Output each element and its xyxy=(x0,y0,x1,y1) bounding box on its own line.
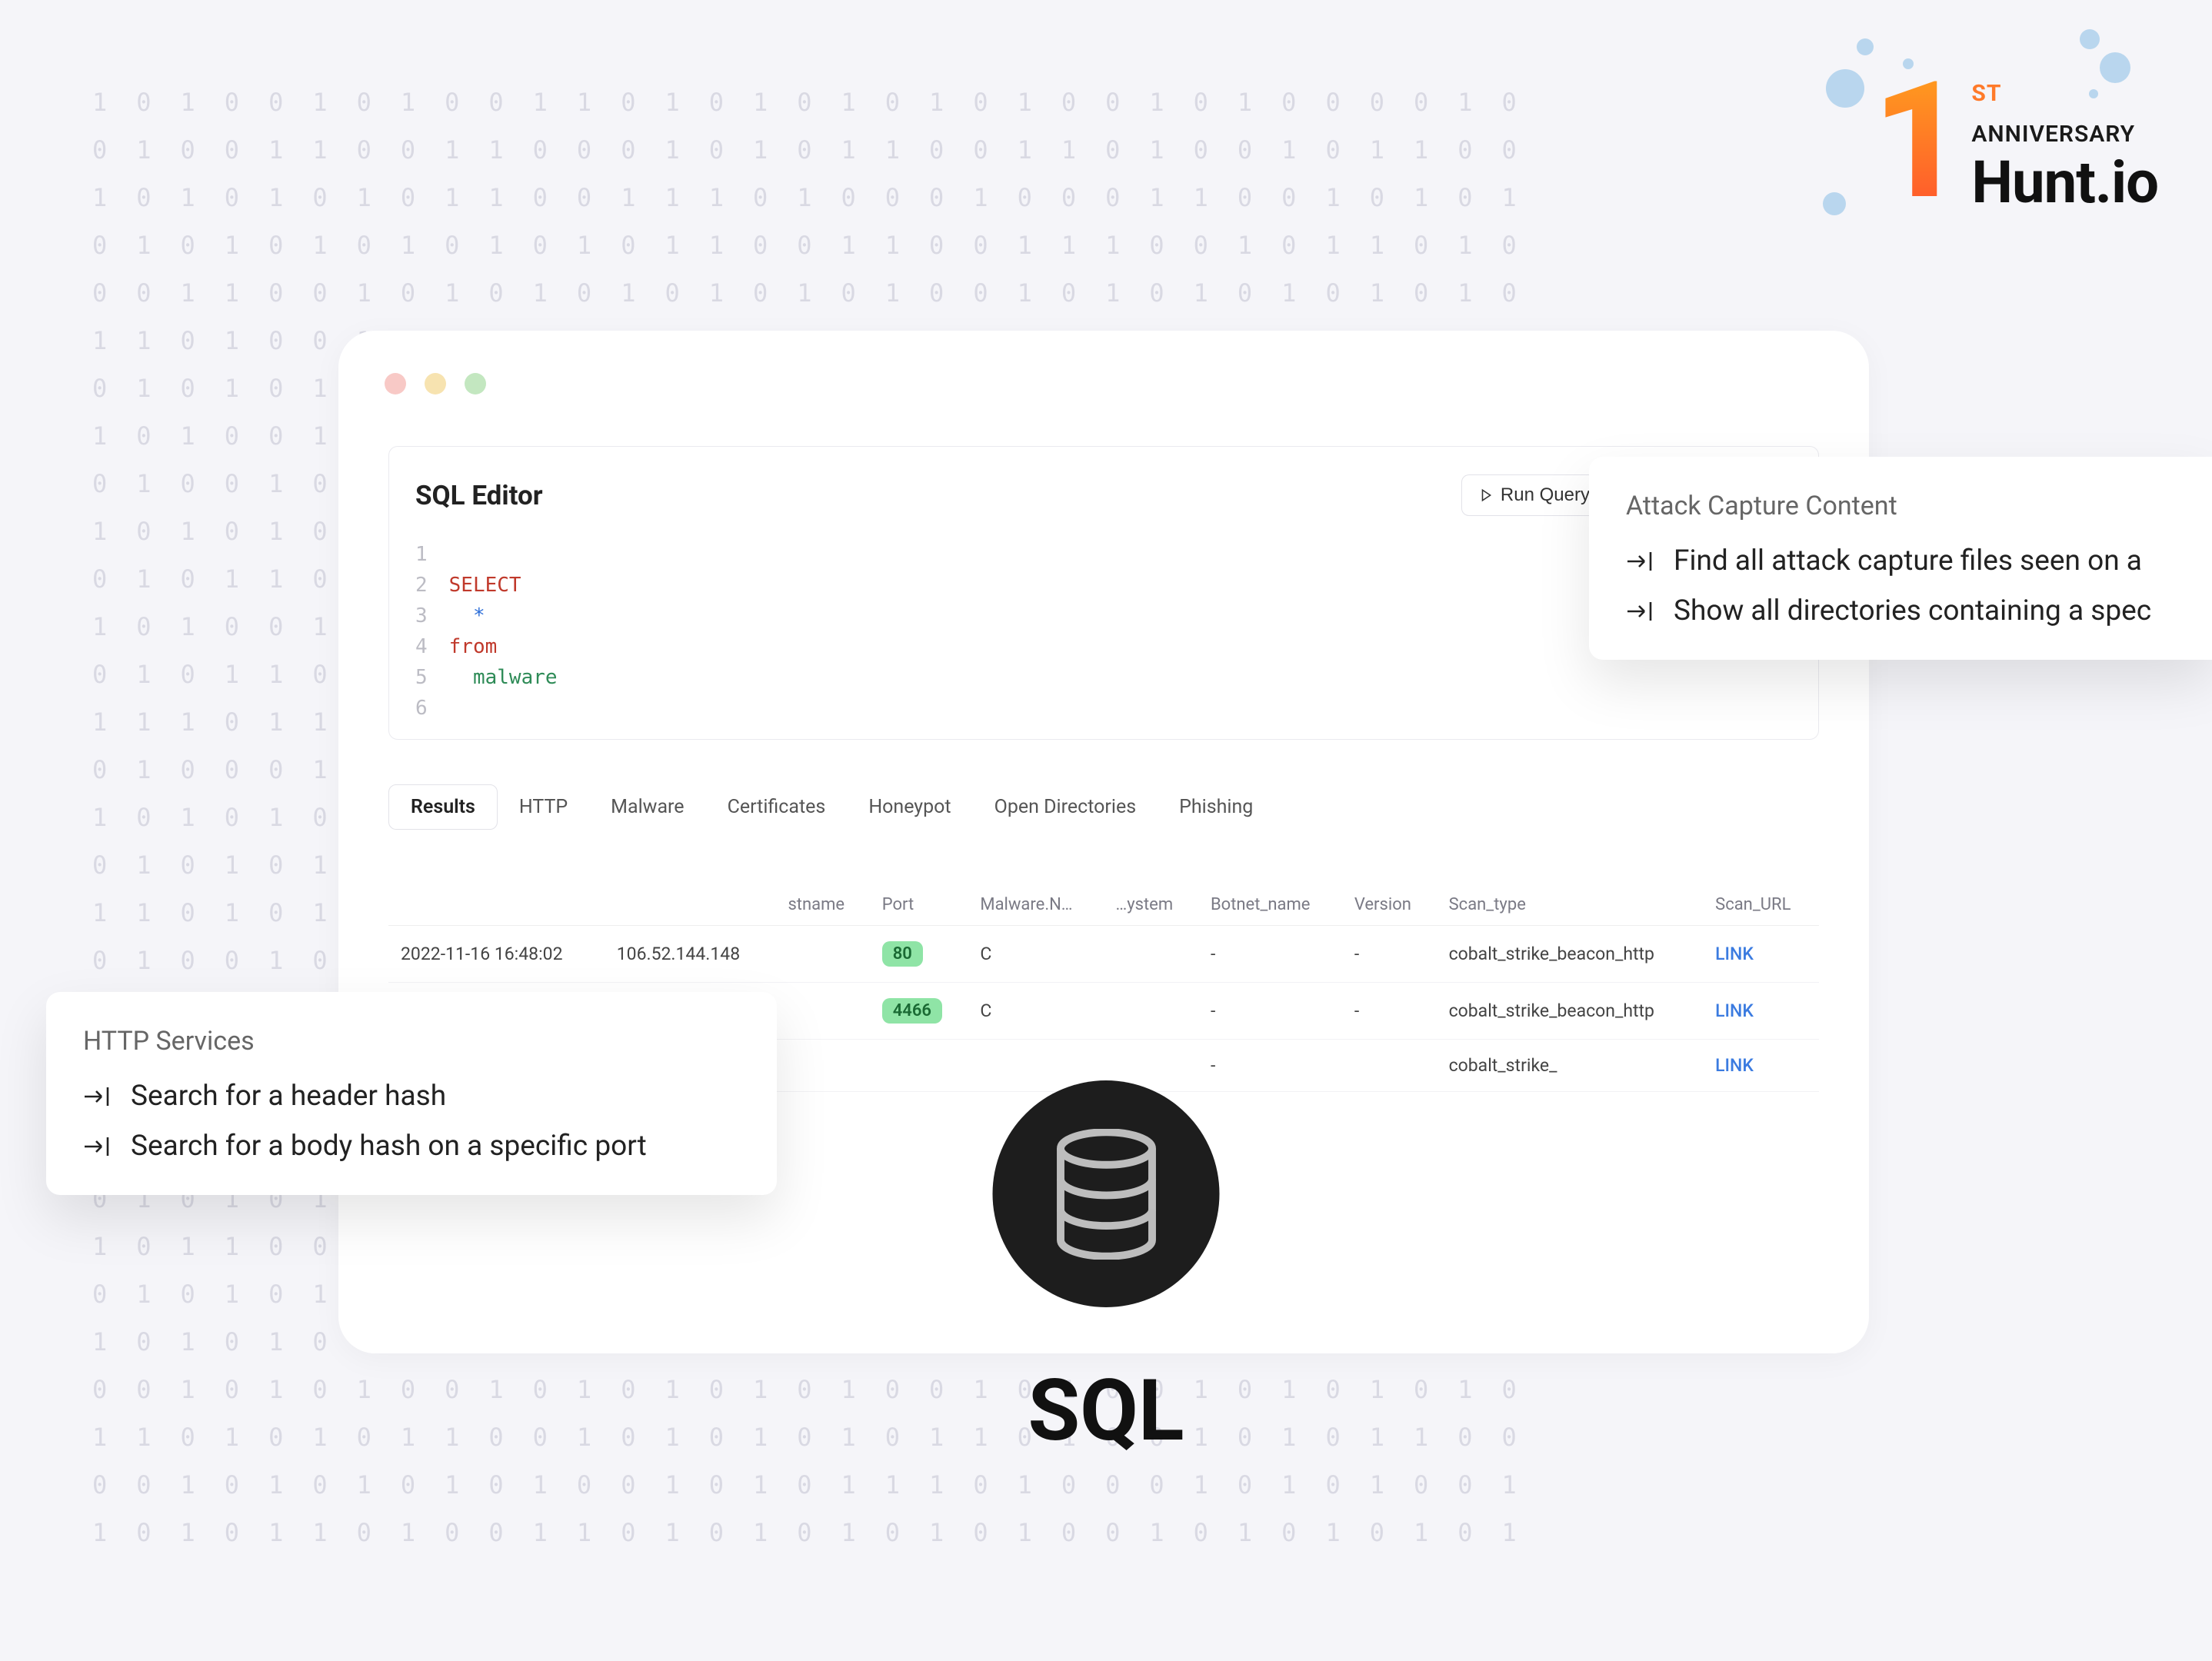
shortcut-item[interactable]: Find all attack capture files seen on a xyxy=(1626,544,2189,578)
shortcut-item[interactable]: Search for a header hash xyxy=(83,1080,740,1113)
shortcut-label: Search for a header hash xyxy=(131,1080,446,1113)
scan-url-link[interactable]: LINK xyxy=(1715,944,1754,964)
insert-icon xyxy=(83,1136,111,1157)
table-col-header: Version xyxy=(1342,884,1437,926)
database-badge xyxy=(993,1080,1220,1307)
attack-capture-popover: Attack Capture Content Find all attack c… xyxy=(1589,457,2212,660)
insert-icon xyxy=(1626,601,1654,622)
db-label: SQL xyxy=(1028,1361,1184,1460)
scan-url-link[interactable]: LINK xyxy=(1715,1055,1754,1076)
code-area[interactable]: 1 2 3 4 5 6 SELECT * from malware xyxy=(415,530,1792,724)
insert-icon xyxy=(1626,551,1654,572)
port-badge: 4466 xyxy=(882,998,942,1024)
popover-left-title: HTTP Services xyxy=(83,1026,740,1057)
table-col-header xyxy=(388,884,605,926)
table-row[interactable]: 2022-11-16 16:48:02106.52.144.14880C--co… xyxy=(388,926,1819,983)
minimize-icon[interactable] xyxy=(425,373,446,394)
tab-open-directories[interactable]: Open Directories xyxy=(973,785,1158,829)
badge-anniversary: ANNIVERSARY xyxy=(1971,121,2158,148)
shortcut-item[interactable]: Show all directories containing a spec xyxy=(1626,594,2189,627)
insert-icon xyxy=(83,1086,111,1107)
badge-brand: Hunt.io xyxy=(1971,148,2158,217)
anniversary-badge: 1 ST ANNIVERSARY Hunt.io xyxy=(1872,77,2158,217)
database-icon xyxy=(1048,1129,1164,1260)
decorative-dots xyxy=(1795,31,2103,123)
table-col-header: Botnet_name xyxy=(1198,884,1342,926)
scan-url-link[interactable]: LINK xyxy=(1715,1000,1754,1021)
http-services-popover: HTTP Services Search for a header hash Se… xyxy=(46,992,777,1195)
table-col-header: Malware.N… xyxy=(968,884,1103,926)
table-col-header: …ystem xyxy=(1104,884,1198,926)
run-query-label: Run Query xyxy=(1501,484,1590,506)
tab-http[interactable]: HTTP xyxy=(498,785,589,829)
table-col-header: Scan_URL xyxy=(1703,884,1819,926)
tab-results[interactable]: Results xyxy=(388,784,498,830)
editor-title: SQL Editor xyxy=(415,480,543,511)
tab-phishing[interactable]: Phishing xyxy=(1158,785,1274,829)
tab-malware[interactable]: Malware xyxy=(589,785,705,829)
line-gutter: 1 2 3 4 5 6 xyxy=(415,539,449,724)
result-tabs: ResultsHTTPMalwareCertificatesHoneypotOp… xyxy=(388,784,1274,830)
tab-honeypot[interactable]: Honeypot xyxy=(847,785,972,829)
popover-right-title: Attack Capture Content xyxy=(1626,491,2189,521)
shortcut-label: Show all directories containing a spec xyxy=(1674,594,2151,627)
close-icon[interactable] xyxy=(385,373,406,394)
table-col-header xyxy=(605,884,776,926)
port-badge: 80 xyxy=(882,941,923,967)
shortcut-label: Search for a body hash on a specific por… xyxy=(131,1130,647,1163)
play-icon xyxy=(1479,488,1493,502)
table-col-header: Scan_type xyxy=(1437,884,1704,926)
shortcut-label: Find all attack capture files seen on a xyxy=(1674,544,2142,578)
run-query-button[interactable]: Run Query xyxy=(1461,474,1607,516)
window-controls xyxy=(385,373,486,394)
shortcut-item[interactable]: Search for a body hash on a specific por… xyxy=(83,1130,740,1163)
table-col-header: Port xyxy=(870,884,968,926)
table-col-header: stname xyxy=(775,884,869,926)
code-lines[interactable]: SELECT * from malware xyxy=(449,539,558,724)
tab-certificates[interactable]: Certificates xyxy=(706,785,848,829)
maximize-icon[interactable] xyxy=(465,373,486,394)
